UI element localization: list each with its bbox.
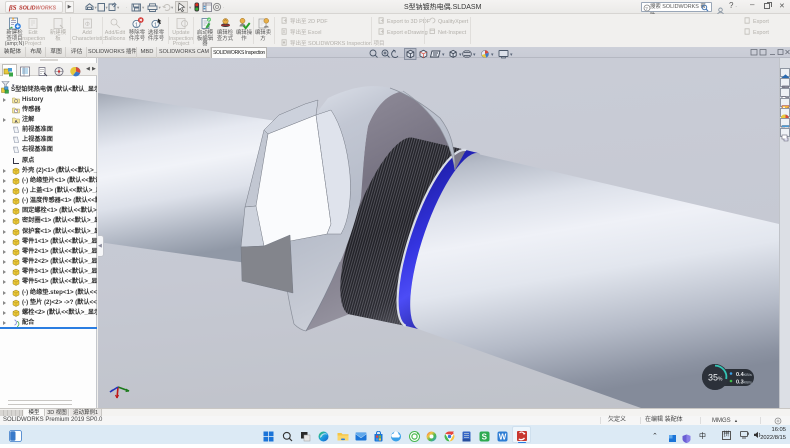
- svg-text:·: ·: [223, 5, 225, 10]
- svg-text:W: W: [499, 432, 507, 441]
- svg-text:1: 1: [135, 22, 138, 28]
- svg-text:▾: ▾: [95, 5, 98, 10]
- svg-text:βS: βS: [8, 4, 17, 12]
- svg-text:▾: ▾: [459, 52, 462, 58]
- svg-text:▾: ▾: [142, 5, 145, 10]
- svg-text:Φ: Φ: [85, 22, 90, 28]
- svg-text:▾: ▾: [171, 5, 174, 10]
- svg-text:▾: ▾: [510, 52, 513, 58]
- svg-text:·: ·: [126, 5, 128, 10]
- svg-text:▾: ▾: [189, 5, 192, 10]
- svg-text:▾: ▾: [159, 5, 162, 10]
- svg-text:▾: ▾: [106, 5, 109, 10]
- svg-text:▾: ▾: [491, 52, 494, 58]
- svg-text:S: S: [482, 432, 488, 441]
- svg-text:?: ?: [645, 6, 648, 11]
- svg-text:SOLIDWORKS: SOLIDWORKS: [19, 6, 57, 12]
- svg-text:▾: ▾: [442, 52, 445, 58]
- svg-text:▾: ▾: [117, 5, 120, 10]
- svg-text:1: 1: [154, 22, 157, 28]
- svg-text:▾: ▾: [473, 52, 476, 58]
